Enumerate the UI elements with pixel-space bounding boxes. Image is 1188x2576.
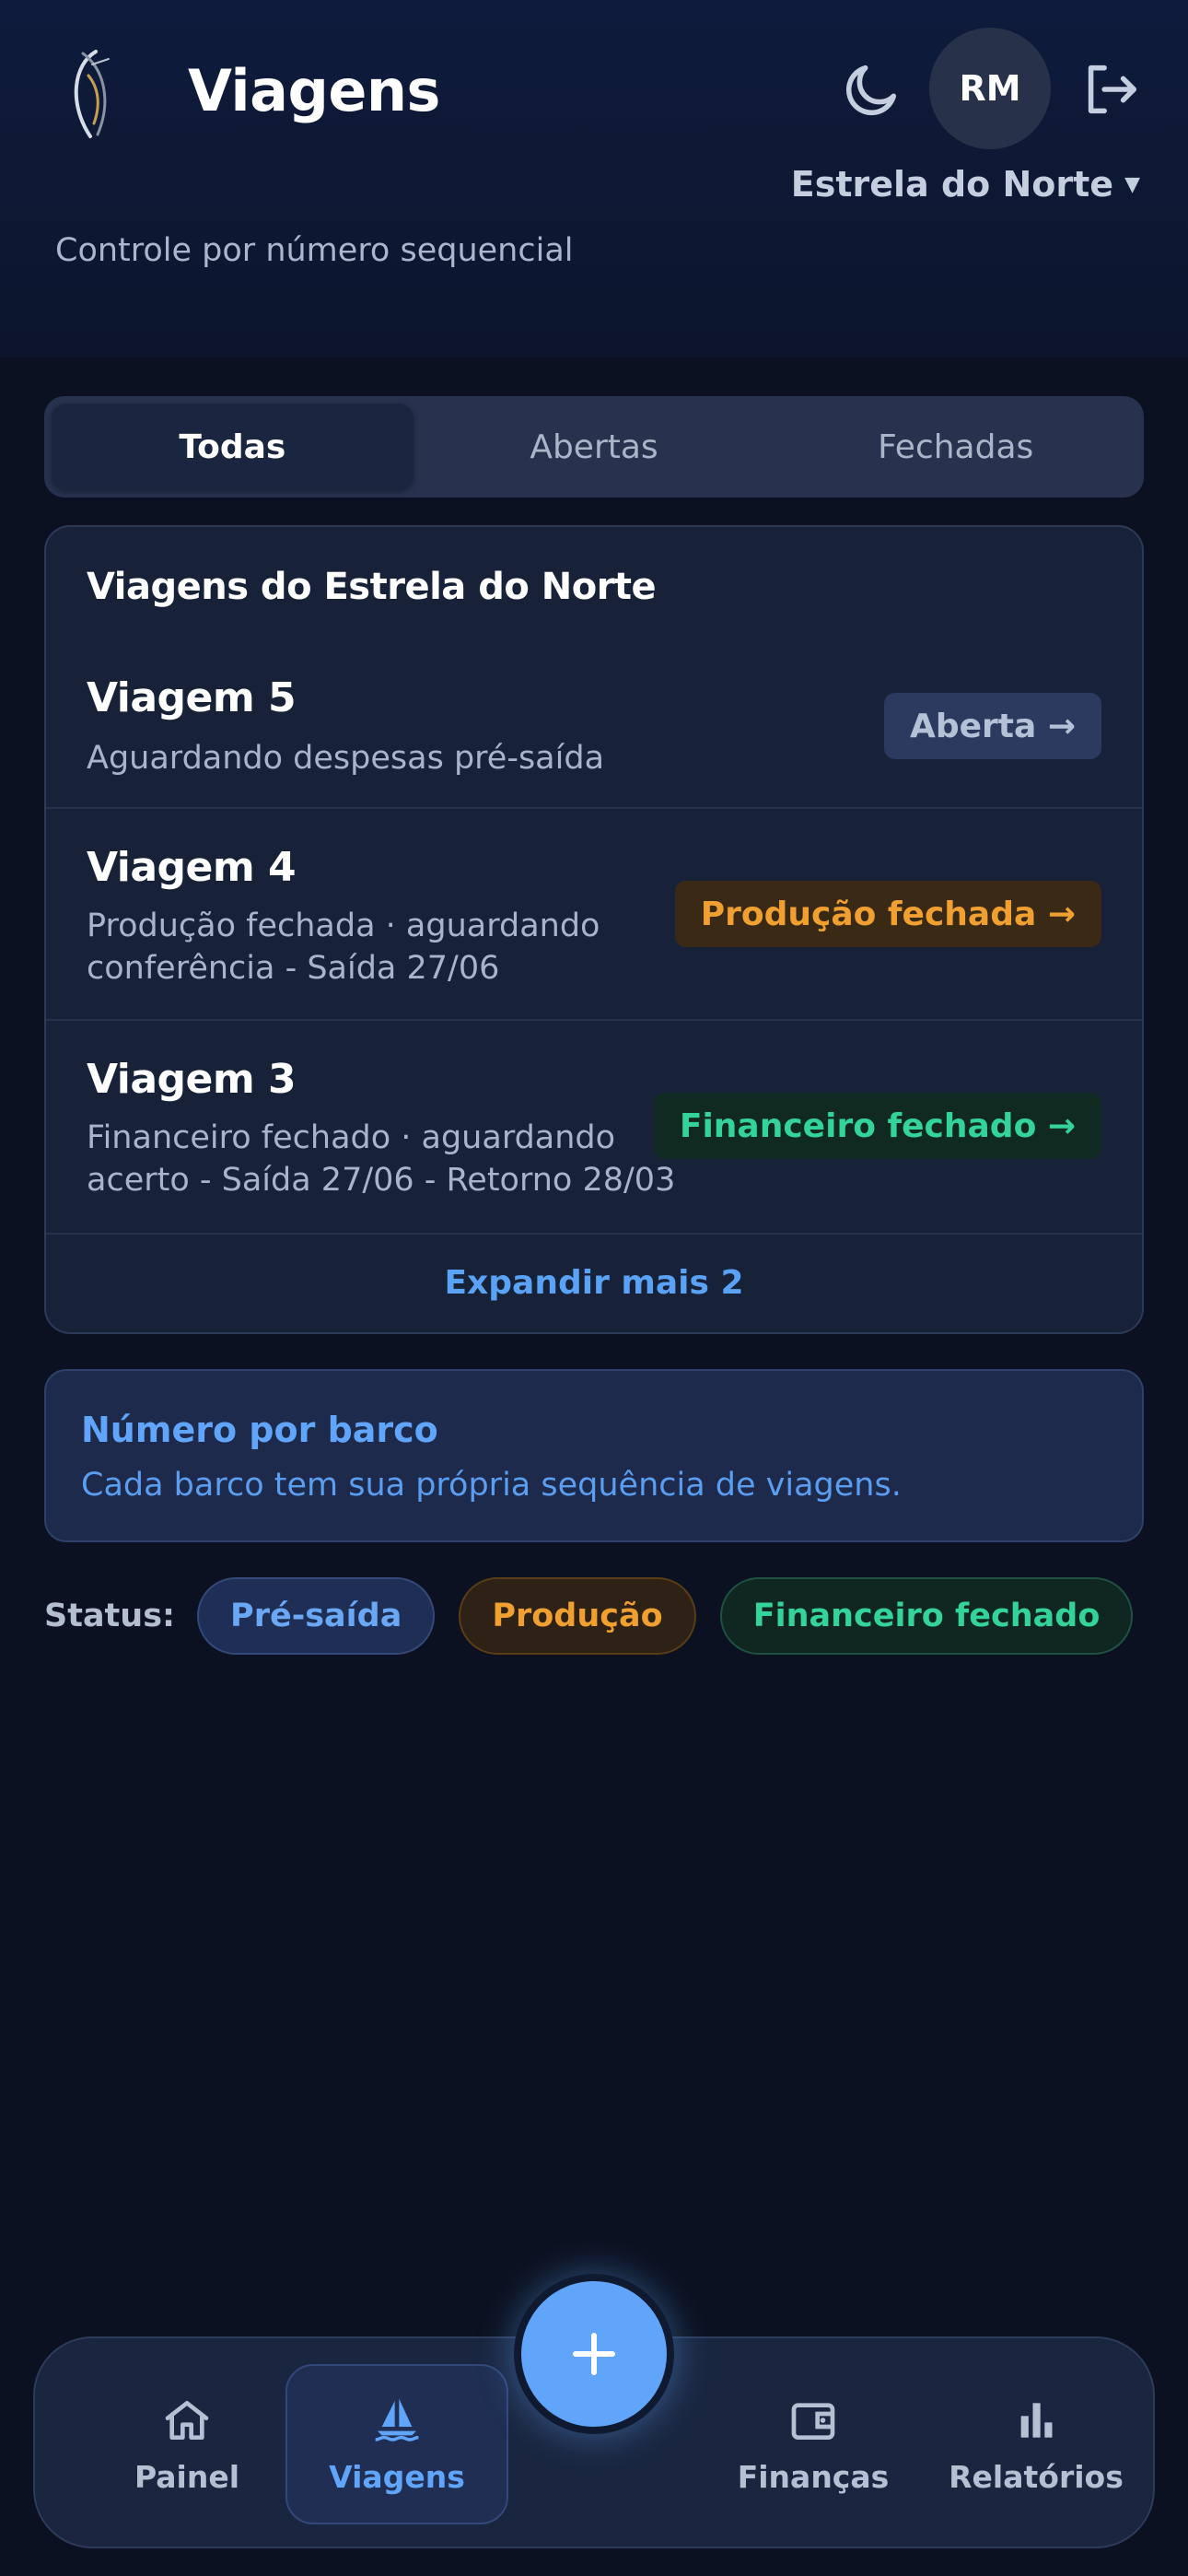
nav-label: Viagens [329, 2458, 465, 2495]
boat-name: Estrela do Norte [790, 164, 1114, 205]
moon-icon[interactable] [840, 57, 904, 122]
status-legend: Status: Pré-saída Produção Financeiro fe… [44, 1577, 1134, 1655]
tab-abertas[interactable]: Abertas [413, 404, 775, 490]
trip-name: Viagem 4 [87, 844, 297, 891]
info-title: Número por barco [81, 1410, 438, 1450]
expand-more-link[interactable]: Expandir mais 2 [46, 1235, 1142, 1330]
add-trip-button[interactable] [514, 2274, 674, 2434]
info-card: Número por barco Cada barco tem sua próp… [44, 1369, 1144, 1542]
info-text: Cada barco tem sua própria sequência de … [81, 1467, 902, 1504]
trips-card-title: Viagens do Estrela do Norte [87, 566, 657, 608]
trip-description: Financeiro fechado · aguardando acerto -… [87, 1119, 676, 1199]
page-title: Viagens [188, 57, 440, 124]
trip-status-badge[interactable]: Financeiro fechado → [653, 1093, 1101, 1159]
status-pill-producao: Produção [459, 1577, 696, 1655]
home-icon [165, 2400, 209, 2440]
logout-icon[interactable] [1077, 57, 1142, 122]
nav-label: Relatórios [949, 2458, 1124, 2495]
trip-row[interactable]: Viagem 4 Produção fechada · aguardando c… [46, 809, 1142, 1021]
trip-name: Viagem 5 [87, 674, 297, 721]
nav-item-viagens[interactable]: Viagens [285, 2364, 508, 2524]
nav-item-painel[interactable]: Painel [109, 2364, 265, 2524]
trip-status-badge[interactable]: Aberta → [884, 693, 1101, 759]
boat-selector[interactable]: Estrela do Norte ▼ [791, 164, 1140, 205]
wallet-icon [791, 2402, 835, 2440]
nav-label: Finanças [737, 2458, 890, 2495]
trip-description: Aguardando despesas pré-saída [87, 740, 605, 777]
trip-row[interactable]: Viagem 3 Financeiro fechado · aguardando… [46, 1021, 1142, 1235]
trip-description: Produção fechada · aguardando conferênci… [87, 907, 600, 987]
nav-item-relatorios[interactable]: Relatórios [939, 2364, 1133, 2524]
status-label: Status: [44, 1598, 176, 1634]
sailboat-icon [375, 2398, 419, 2441]
app-header: Viagens RM Estrela do Norte ▼ Controle p… [0, 0, 1188, 357]
status-pill-financeiro: Financeiro fechado [719, 1577, 1134, 1655]
marlin-logo-icon [74, 50, 110, 138]
avatar[interactable]: RM [929, 28, 1051, 149]
caret-down-icon: ▼ [1124, 172, 1140, 196]
nav-item-financas[interactable]: Finanças [716, 2364, 910, 2524]
nav-label: Painel [134, 2458, 240, 2495]
page-subtitle: Controle por número sequencial [55, 232, 574, 269]
trips-screen: Viagens RM Estrela do Norte ▼ Controle p… [0, 0, 1188, 2576]
trip-name: Viagem 3 [87, 1056, 297, 1103]
status-pill-pre-saida: Pré-saída [197, 1577, 436, 1655]
trip-status-badge[interactable]: Produção fechada → [674, 881, 1101, 947]
plus-icon [573, 2333, 615, 2375]
filter-tabs: Todas Abertas Fechadas [44, 396, 1144, 498]
bar-chart-icon [1020, 2402, 1053, 2438]
trips-card: Viagens do Estrela do Norte Viagem 5 Agu… [44, 525, 1144, 1334]
tab-fechadas[interactable]: Fechadas [775, 404, 1136, 490]
trip-row[interactable]: Viagem 5 Aguardando despesas pré-saída A… [46, 645, 1142, 809]
tab-todas[interactable]: Todas [52, 404, 413, 490]
